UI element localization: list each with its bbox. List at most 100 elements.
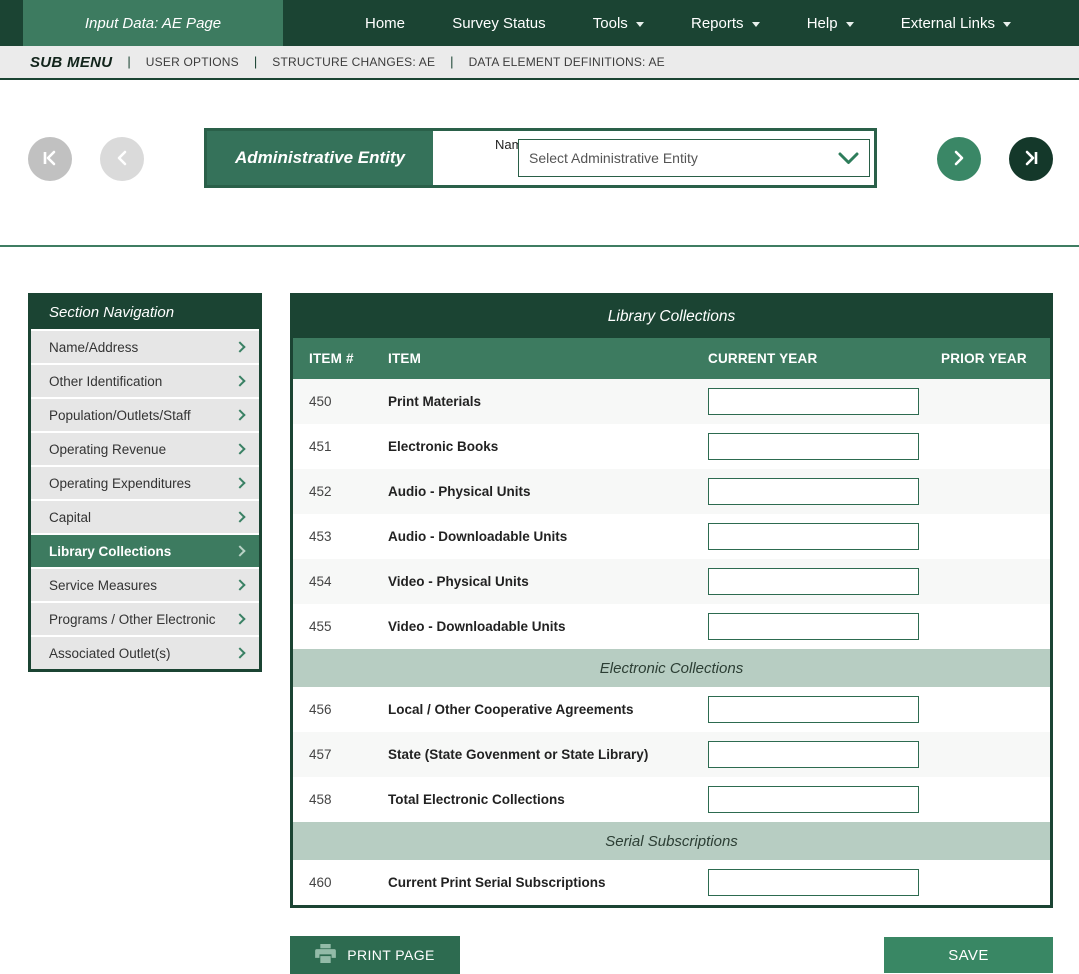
next-icon	[952, 149, 966, 170]
current-year-input-451[interactable]	[708, 433, 919, 460]
item-label: Audio - Downloadable Units	[388, 529, 708, 544]
chevron-right-icon	[234, 511, 245, 522]
save-button[interactable]: SAVE	[884, 937, 1053, 973]
item-number: 452	[293, 484, 388, 499]
item-number: 455	[293, 619, 388, 634]
col-item: ITEM	[388, 351, 708, 366]
nav-item-label: Tools	[593, 15, 628, 32]
dropdown-caret-icon	[846, 22, 854, 27]
sidebar-item-associated-outlet-s-[interactable]: Associated Outlet(s)	[31, 635, 259, 669]
next-record-button[interactable]	[937, 137, 981, 181]
table-row-455: 455Video - Downloadable Units	[293, 604, 1050, 649]
sidebar-items: Name/Address Other Identification Populati…	[31, 329, 259, 669]
submenu-separator: |	[254, 54, 257, 69]
table-row-451: 451Electronic Books	[293, 424, 1050, 469]
nav-item-reports[interactable]: Reports	[691, 15, 760, 32]
col-item-number: ITEM #	[293, 351, 388, 366]
table-row-450: 450Print Materials	[293, 379, 1050, 424]
nav-tab-input-data-ae-page[interactable]: Input Data: AE Page	[23, 0, 283, 46]
item-label: Video - Downloadable Units	[388, 619, 708, 634]
submenu-separator: |	[127, 54, 130, 69]
sidebar-item-name-address[interactable]: Name/Address	[31, 329, 259, 363]
sidebar-item-label: Operating Revenue	[49, 442, 166, 457]
chevron-right-icon	[234, 443, 245, 454]
chevron-right-icon	[234, 477, 245, 488]
main-content: Section Navigation Name/Address Other Ide…	[28, 293, 1053, 908]
sidebar-item-label: Programs / Other Electronic	[49, 612, 216, 627]
current-year-input-455[interactable]	[708, 613, 919, 640]
item-label: State (State Govenment or State Library)	[388, 747, 708, 762]
administrative-entity-select[interactable]: Select Administrative Entity	[518, 139, 870, 177]
table-section-header-serial-subscriptions: Serial Subscriptions	[293, 822, 1050, 860]
nav-item-help[interactable]: Help	[807, 15, 854, 32]
current-year-input-452[interactable]	[708, 478, 919, 505]
previous-record-button[interactable]	[100, 137, 144, 181]
sidebar-item-other-identification[interactable]: Other Identification	[31, 363, 259, 397]
sidebar-item-library-collections[interactable]: Library Collections	[31, 533, 259, 567]
item-number: 457	[293, 747, 388, 762]
current-year-input-456[interactable]	[708, 696, 919, 723]
entity-panel-label: Administrative Entity	[207, 131, 433, 185]
submenu-bar: SUB MENU | USER OPTIONS | STRUCTURE CHANGES…	[0, 46, 1079, 80]
item-number: 454	[293, 574, 388, 589]
library-collections-table: Library Collections ITEM # ITEM CURRENT …	[290, 293, 1053, 908]
current-year-input-454[interactable]	[708, 568, 919, 595]
table-column-header: ITEM # ITEM CURRENT YEAR PRIOR YEAR	[293, 338, 1050, 379]
submenu-title: SUB MENU	[30, 54, 112, 71]
nav-item-label: Reports	[691, 15, 744, 32]
item-number: 456	[293, 702, 388, 717]
submenu-link-user-options[interactable]: USER OPTIONS	[146, 55, 239, 69]
item-label: Electronic Books	[388, 439, 708, 454]
sidebar-item-operating-expenditures[interactable]: Operating Expenditures	[31, 465, 259, 499]
top-nav-bar: Input Data: AE Page Home Survey Status Too…	[0, 0, 1079, 46]
chevron-right-icon	[234, 409, 245, 420]
table-row-453: 453Audio - Downloadable Units	[293, 514, 1050, 559]
previous-icon	[115, 149, 129, 170]
last-record-button[interactable]	[1009, 137, 1053, 181]
submenu-link-structure-changes-ae[interactable]: STRUCTURE CHANGES: AE	[272, 55, 435, 69]
item-label: Video - Physical Units	[388, 574, 708, 589]
page: Input Data: AE Page Home Survey Status Too…	[0, 0, 1079, 974]
print-page-button[interactable]: PRINT PAGE	[290, 936, 460, 974]
last-page-icon	[1021, 149, 1041, 170]
nav-item-survey-status[interactable]: Survey Status	[452, 15, 545, 32]
col-prior-year: PRIOR YEAR	[941, 351, 1050, 366]
entity-name-field: Name Select Administrative Entity	[433, 131, 874, 185]
submenu-link-data-element-definitions-ae[interactable]: DATA ELEMENT DEFINITIONS: AE	[469, 55, 665, 69]
nav-item-external-links[interactable]: External Links	[901, 15, 1011, 32]
current-year-input-457[interactable]	[708, 741, 919, 768]
sidebar-item-operating-revenue[interactable]: Operating Revenue	[31, 431, 259, 465]
sidebar-item-label: Associated Outlet(s)	[49, 646, 171, 661]
nav-menu: Home Survey Status Tools Reports Help Externa…	[283, 0, 1079, 46]
sidebar-item-label: Library Collections	[49, 544, 171, 559]
chevron-right-icon	[234, 579, 245, 590]
item-number: 453	[293, 529, 388, 544]
item-label: Current Print Serial Subscriptions	[388, 875, 708, 890]
table-row-458: 458Total Electronic Collections	[293, 777, 1050, 822]
section-navigation-sidebar: Section Navigation Name/Address Other Ide…	[28, 293, 262, 672]
current-year-input-458[interactable]	[708, 786, 919, 813]
sidebar-item-population-outlets-staff[interactable]: Population/Outlets/Staff	[31, 397, 259, 431]
sidebar-item-programs-other-electronic[interactable]: Programs / Other Electronic	[31, 601, 259, 635]
item-number: 450	[293, 394, 388, 409]
table-rows: 450Print Materials451Electronic Books 452…	[293, 379, 1050, 905]
col-current-year: CURRENT YEAR	[708, 351, 941, 366]
administrative-entity-group: Administrative Entity Name Select Admini…	[204, 128, 877, 188]
current-year-input-450[interactable]	[708, 388, 919, 415]
table-row-456: 456Local / Other Cooperative Agreements	[293, 687, 1050, 732]
nav-item-home[interactable]: Home	[365, 15, 405, 32]
current-year-input-460[interactable]	[708, 869, 919, 896]
nav-item-label: External Links	[901, 15, 995, 32]
table-row-454: 454Video - Physical Units	[293, 559, 1050, 604]
sidebar-item-capital[interactable]: Capital	[31, 499, 259, 533]
sidebar-item-service-measures[interactable]: Service Measures	[31, 567, 259, 601]
nav-item-tools[interactable]: Tools	[593, 15, 644, 32]
chevron-right-icon	[234, 375, 245, 386]
current-year-input-453[interactable]	[708, 523, 919, 550]
dropdown-caret-icon	[1003, 22, 1011, 27]
sidebar-item-label: Other Identification	[49, 374, 162, 389]
chevron-right-icon	[234, 341, 245, 352]
first-record-button[interactable]	[28, 137, 72, 181]
sidebar-title: Section Navigation	[31, 296, 259, 329]
printer-icon	[315, 944, 336, 966]
